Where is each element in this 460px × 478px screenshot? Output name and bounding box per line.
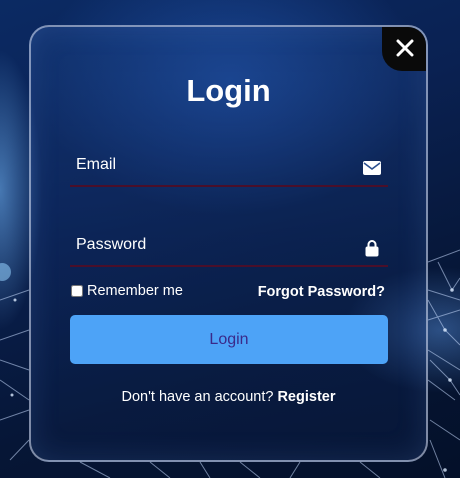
remember-me-label: Remember me xyxy=(87,283,183,299)
login-button[interactable]: Login xyxy=(70,315,388,364)
password-field[interactable] xyxy=(70,231,388,265)
register-row: Don't have an account? Register xyxy=(31,389,426,405)
register-prompt: Don't have an account? xyxy=(121,389,274,405)
password-field-wrapper xyxy=(70,231,388,267)
page-title: Login xyxy=(186,73,271,108)
remember-me[interactable]: Remember me xyxy=(71,283,183,299)
forgot-password-link[interactable]: Forgot Password? xyxy=(258,284,385,300)
remember-me-checkbox[interactable] xyxy=(71,285,83,297)
close-button[interactable] xyxy=(382,27,426,71)
email-field[interactable] xyxy=(70,151,388,185)
email-field-wrapper xyxy=(70,151,388,187)
login-card: Login Remember me Forgot Password? Login… xyxy=(29,25,428,462)
register-link[interactable]: Register xyxy=(277,389,335,405)
close-icon xyxy=(396,39,414,57)
lock-icon xyxy=(363,239,381,257)
envelope-icon xyxy=(363,159,381,177)
